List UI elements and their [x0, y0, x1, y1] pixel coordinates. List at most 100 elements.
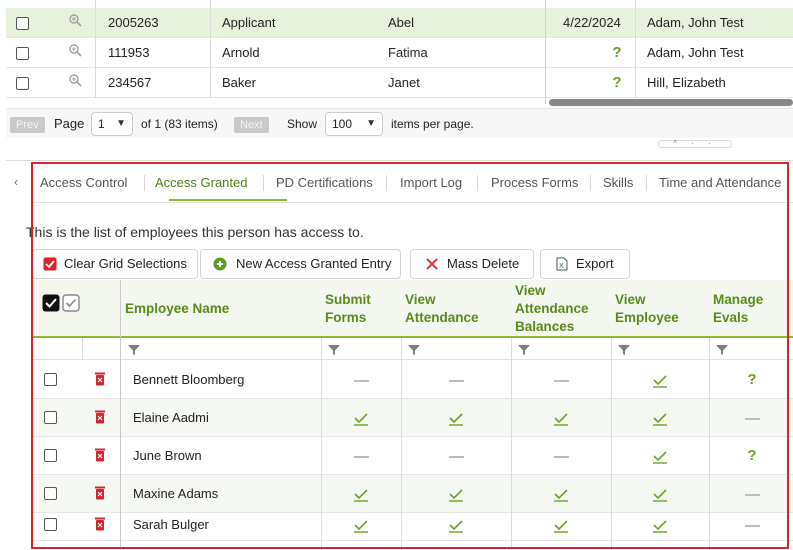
- tab-divider: [386, 175, 387, 191]
- employee-name-cell: Bennett Bloomberg: [133, 372, 245, 387]
- page-select[interactable]: 1 ▼: [91, 112, 133, 136]
- column-view-attendance-balances[interactable]: View Attendance Balances: [515, 280, 613, 338]
- table-row[interactable]: Sarah Bulger: [32, 509, 793, 541]
- filter-icon[interactable]: [128, 344, 140, 356]
- trash-icon[interactable]: [94, 372, 106, 386]
- tab-skills[interactable]: Skills: [603, 175, 633, 190]
- table-row[interactable]: Elaine Aadmi: [32, 399, 793, 437]
- view-attendance-balances-dash-icon: [546, 437, 576, 475]
- tab-scroll-left-icon[interactable]: ‹: [14, 175, 18, 189]
- new-access-granted-entry-button[interactable]: New Access Granted Entry: [200, 249, 401, 279]
- panel-splitter[interactable]: ^ · ·: [658, 140, 732, 148]
- table-row[interactable]: Bennett Bloomberg?: [32, 361, 793, 399]
- first-name: Janet: [388, 75, 420, 90]
- active-tab-indicator: [169, 199, 287, 201]
- tab-access-control[interactable]: Access Control: [40, 175, 127, 190]
- column-divider: [82, 338, 83, 360]
- column-employee-name[interactable]: Employee Name: [125, 280, 315, 338]
- row-checkbox[interactable]: [16, 38, 30, 68]
- view-employee-check-icon: [645, 509, 675, 541]
- employee-name-cell: Sarah Bulger: [133, 517, 209, 532]
- add-circle-icon: [213, 257, 227, 271]
- column-divider: [321, 338, 322, 550]
- row-checkbox[interactable]: [16, 8, 30, 38]
- column-manage-evals[interactable]: Manage Evals: [713, 280, 793, 338]
- view-attendance-balances-check-icon: [546, 509, 576, 541]
- trash-icon[interactable]: [94, 486, 106, 500]
- table-row[interactable]: 2005263 Applicant Abel 4/22/2024 Adam, J…: [6, 8, 793, 38]
- manage-evals-dash-icon: [737, 475, 767, 513]
- supervisor-cell: Hill, Elizabeth: [647, 75, 726, 90]
- items-per-page-label: items per page.: [391, 117, 474, 131]
- show-label: Show: [287, 117, 318, 131]
- tab-process-forms[interactable]: Process Forms: [491, 175, 578, 190]
- filter-icon[interactable]: [618, 344, 630, 356]
- pager: Prev Page 1 ▼ of 1 (83 items) Next Show …: [6, 108, 793, 138]
- table-row[interactable]: 111953 Arnold Fatima ? Adam, John Test: [6, 38, 793, 68]
- frozen-column-divider: [545, 0, 546, 104]
- column-view-employee[interactable]: View Employee: [615, 280, 711, 338]
- column-divider: [95, 0, 96, 98]
- table-row[interactable]: June Brown?: [32, 437, 793, 475]
- tab-pd-certifications[interactable]: PD Certifications: [276, 175, 373, 190]
- employee-id: 111953: [108, 45, 150, 60]
- clear-grid-selections-button[interactable]: Clear Grid Selections: [32, 249, 198, 279]
- chevron-down-icon: ▼: [116, 118, 126, 129]
- view-employee-check-icon: [645, 437, 675, 475]
- tab-bar: Access Control Access Granted PD Certifi…: [32, 161, 793, 203]
- submit-forms-check-icon: [346, 399, 376, 437]
- tab-import-log[interactable]: Import Log: [400, 175, 462, 190]
- manage-evals-dash-icon: [737, 509, 767, 541]
- close-icon: [426, 258, 438, 270]
- table-row[interactable]: Maxine Adams: [32, 475, 793, 513]
- row-checkbox[interactable]: [44, 373, 57, 386]
- last-name: Applicant: [222, 15, 276, 30]
- trash-icon[interactable]: [94, 410, 106, 424]
- trash-icon[interactable]: [94, 517, 106, 531]
- tab-divider: [263, 175, 264, 191]
- row-checkbox[interactable]: [44, 487, 57, 500]
- submit-forms-check-icon: [346, 475, 376, 513]
- mass-delete-button[interactable]: Mass Delete: [410, 249, 534, 279]
- tab-divider: [477, 175, 478, 191]
- page-count: of 1 (83 items): [141, 117, 218, 131]
- tab-divider: [646, 175, 647, 191]
- row-checkbox[interactable]: [16, 68, 30, 98]
- tab-time-and-attendance[interactable]: Time and Attendance: [659, 175, 781, 190]
- column-divider: [210, 0, 211, 98]
- trash-icon[interactable]: [94, 448, 106, 462]
- filter-icon[interactable]: [408, 344, 420, 356]
- row-checkbox[interactable]: [44, 518, 57, 531]
- tab-access-granted[interactable]: Access Granted: [155, 175, 248, 190]
- view-employee-check-icon: [645, 399, 675, 437]
- zoom-icon[interactable]: [68, 38, 84, 68]
- next-button[interactable]: Next: [234, 117, 269, 133]
- prev-button[interactable]: Prev: [10, 117, 45, 133]
- first-name: Fatima: [388, 45, 428, 60]
- table-row[interactable]: 234567 Baker Janet ? Hill, Elizabeth: [6, 68, 793, 98]
- view-attendance-check-icon: [441, 509, 471, 541]
- filter-icon[interactable]: [328, 344, 340, 356]
- excel-file-icon: X: [556, 257, 568, 271]
- column-divider: [709, 338, 710, 550]
- per-page-select[interactable]: 100 ▼: [325, 112, 383, 136]
- manage-evals-question-icon: ?: [747, 371, 757, 388]
- zoom-icon[interactable]: [68, 8, 84, 38]
- horizontal-scrollbar[interactable]: [549, 99, 793, 106]
- column-submit-forms[interactable]: Submit Forms: [325, 280, 403, 338]
- status-question-icon: ?: [612, 44, 622, 61]
- column-divider: [611, 338, 612, 550]
- column-view-attendance[interactable]: View Attendance: [405, 280, 513, 338]
- filter-icon[interactable]: [518, 344, 530, 356]
- view-attendance-balances-dash-icon: [546, 361, 576, 399]
- filter-icon[interactable]: [716, 344, 728, 356]
- export-button[interactable]: X Export: [540, 249, 630, 279]
- row-checkbox[interactable]: [44, 411, 57, 424]
- column-divider: [120, 280, 121, 550]
- row-checkbox[interactable]: [44, 449, 57, 462]
- zoom-icon[interactable]: [68, 68, 84, 98]
- select-all-checkbox-icon[interactable]: [42, 294, 60, 312]
- select-page-checkbox-icon[interactable]: [62, 294, 80, 312]
- submit-forms-check-icon: [346, 509, 376, 541]
- chevron-down-icon: ▼: [366, 118, 376, 129]
